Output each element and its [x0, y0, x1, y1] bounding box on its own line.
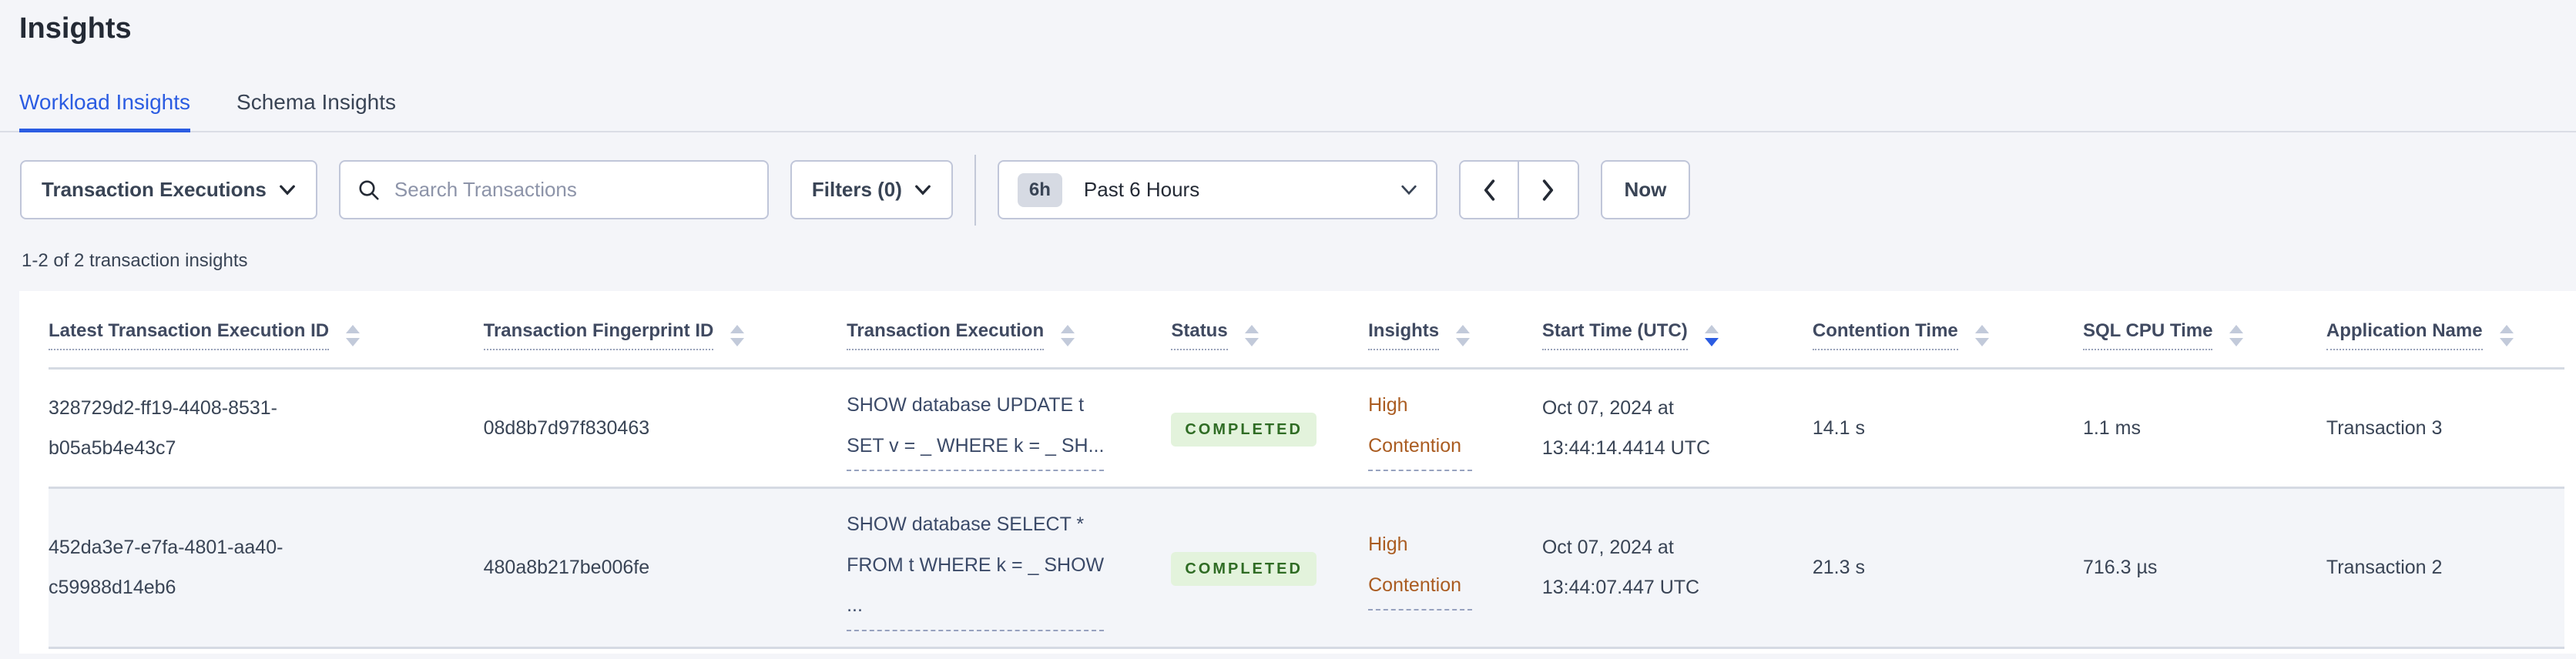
column-header-insights[interactable]: Insights	[1343, 317, 1517, 370]
contention-time-cell: 21.3 s	[1786, 487, 2058, 649]
insight-type-select-label: Transaction Executions	[42, 178, 267, 201]
chevron-down-icon	[1400, 185, 1417, 196]
table-row: 328729d2-ff19-4408-8531-b05a5b4e43c7 08d…	[49, 369, 2564, 488]
chevron-down-icon	[914, 185, 931, 196]
transaction-insights-table: Latest Transaction Execution ID Transact…	[49, 317, 2564, 649]
sort-icon	[346, 325, 361, 346]
application-name-cell: Transaction 3	[2326, 416, 2443, 439]
column-header-status[interactable]: Status	[1145, 317, 1343, 370]
time-range-pager	[1458, 160, 1579, 219]
sql-cpu-time-cell: 716.3 µs	[2057, 487, 2301, 649]
start-time-cell: Oct 07, 2024 at 13:44:07.447 UTC	[1516, 487, 1787, 649]
sort-icon	[730, 325, 745, 346]
application-name-cell: Transaction 2	[2300, 487, 2564, 649]
previous-time-range-button[interactable]	[1460, 162, 1519, 218]
status-badge: COMPLETED	[1171, 412, 1317, 447]
status-badge: COMPLETED	[1171, 552, 1317, 586]
tab-workload-insights[interactable]: Workload Insights	[19, 90, 191, 132]
latest-execution-id-cell: 452da3e7-e7fa-4801-aa40-c59988d14eb6	[49, 487, 458, 649]
insight-link[interactable]: High Contention	[1368, 524, 1473, 611]
column-header-latest-transaction-execution-id[interactable]: Latest Transaction Execution ID	[49, 317, 458, 370]
sort-icon	[1974, 325, 1989, 346]
tab-bar: Workload Insights Schema Insights	[0, 90, 2576, 132]
transaction-execution-link[interactable]: SHOW database SELECT * FROM t WHERE k = …	[847, 504, 1105, 631]
insights-cell: High Contention	[1343, 487, 1517, 649]
table-header-row: Latest Transaction Execution ID Transact…	[49, 317, 2564, 370]
search-box	[338, 160, 769, 219]
column-header-application-name[interactable]: Application Name	[2300, 317, 2564, 370]
chevron-down-icon	[279, 185, 296, 196]
sort-icon	[2229, 325, 2244, 346]
start-time-cell: Oct 07, 2024 at 13:44:14.4414 UTC	[1541, 396, 1711, 460]
next-time-range-button[interactable]	[1518, 162, 1578, 218]
filters-button[interactable]: Filters (0)	[790, 160, 953, 219]
search-input[interactable]	[392, 177, 750, 202]
transaction-execution-cell: SHOW database UPDATE t SET v = _ WHERE k…	[821, 369, 1145, 488]
column-header-contention-time[interactable]: Contention Time	[1786, 317, 2058, 370]
column-header-transaction-fingerprint-id[interactable]: Transaction Fingerprint ID	[458, 317, 822, 370]
fingerprint-id-cell: 480a8b217be006fe	[458, 487, 822, 649]
sort-icon	[1456, 325, 1471, 346]
page-title: Insights	[19, 12, 132, 45]
filters-button-label: Filters (0)	[811, 178, 902, 201]
sql-cpu-time-cell: 1.1 ms	[2082, 416, 2141, 439]
column-header-start-time[interactable]: Start Time (UTC)	[1516, 317, 1787, 370]
time-range-badge: 6h	[1017, 172, 1062, 207]
chevron-right-icon	[1541, 179, 1556, 202]
contention-time-cell: 14.1 s	[1812, 416, 1865, 439]
latest-execution-id-cell: 328729d2-ff19-4408-8531-b05a5b4e43c7	[49, 396, 278, 460]
search-icon	[357, 179, 381, 202]
insight-link[interactable]: High Contention	[1368, 385, 1473, 471]
fingerprint-id-cell: 08d8b7d97f830463	[483, 416, 650, 439]
time-range-label: Past 6 Hours	[1083, 178, 1200, 201]
insight-type-select[interactable]: Transaction Executions	[20, 160, 317, 219]
sort-icon	[2499, 325, 2514, 346]
toolbar: Transaction Executions Filters (0) 6h Pa…	[20, 154, 2576, 226]
insights-cell: High Contention	[1343, 369, 1517, 488]
transaction-execution-cell: SHOW database SELECT * FROM t WHERE k = …	[821, 487, 1146, 649]
sort-icon	[1061, 325, 1075, 346]
now-button-label: Now	[1624, 178, 1667, 201]
status-cell: COMPLETED	[1145, 487, 1343, 649]
status-cell: COMPLETED	[1145, 369, 1343, 488]
insights-table-card: Latest Transaction Execution ID Transact…	[19, 291, 2576, 654]
column-header-sql-cpu-time[interactable]: SQL CPU Time	[2057, 317, 2301, 370]
toolbar-divider	[974, 154, 976, 226]
column-header-transaction-execution[interactable]: Transaction Execution	[821, 317, 1146, 370]
table-row: 452da3e7-e7fa-4801-aa40-c59988d14eb6 480…	[49, 487, 2564, 649]
chevron-left-icon	[1481, 179, 1497, 202]
sort-icon	[1244, 325, 1259, 346]
sort-icon-active-desc	[1704, 325, 1719, 346]
results-summary: 1-2 of 2 transaction insights	[22, 250, 248, 271]
now-button[interactable]: Now	[1600, 160, 1690, 219]
transaction-execution-link[interactable]: SHOW database UPDATE t SET v = _ WHERE k…	[847, 385, 1105, 471]
tab-schema-insights[interactable]: Schema Insights	[236, 90, 396, 132]
time-range-picker[interactable]: 6h Past 6 Hours	[997, 160, 1437, 219]
